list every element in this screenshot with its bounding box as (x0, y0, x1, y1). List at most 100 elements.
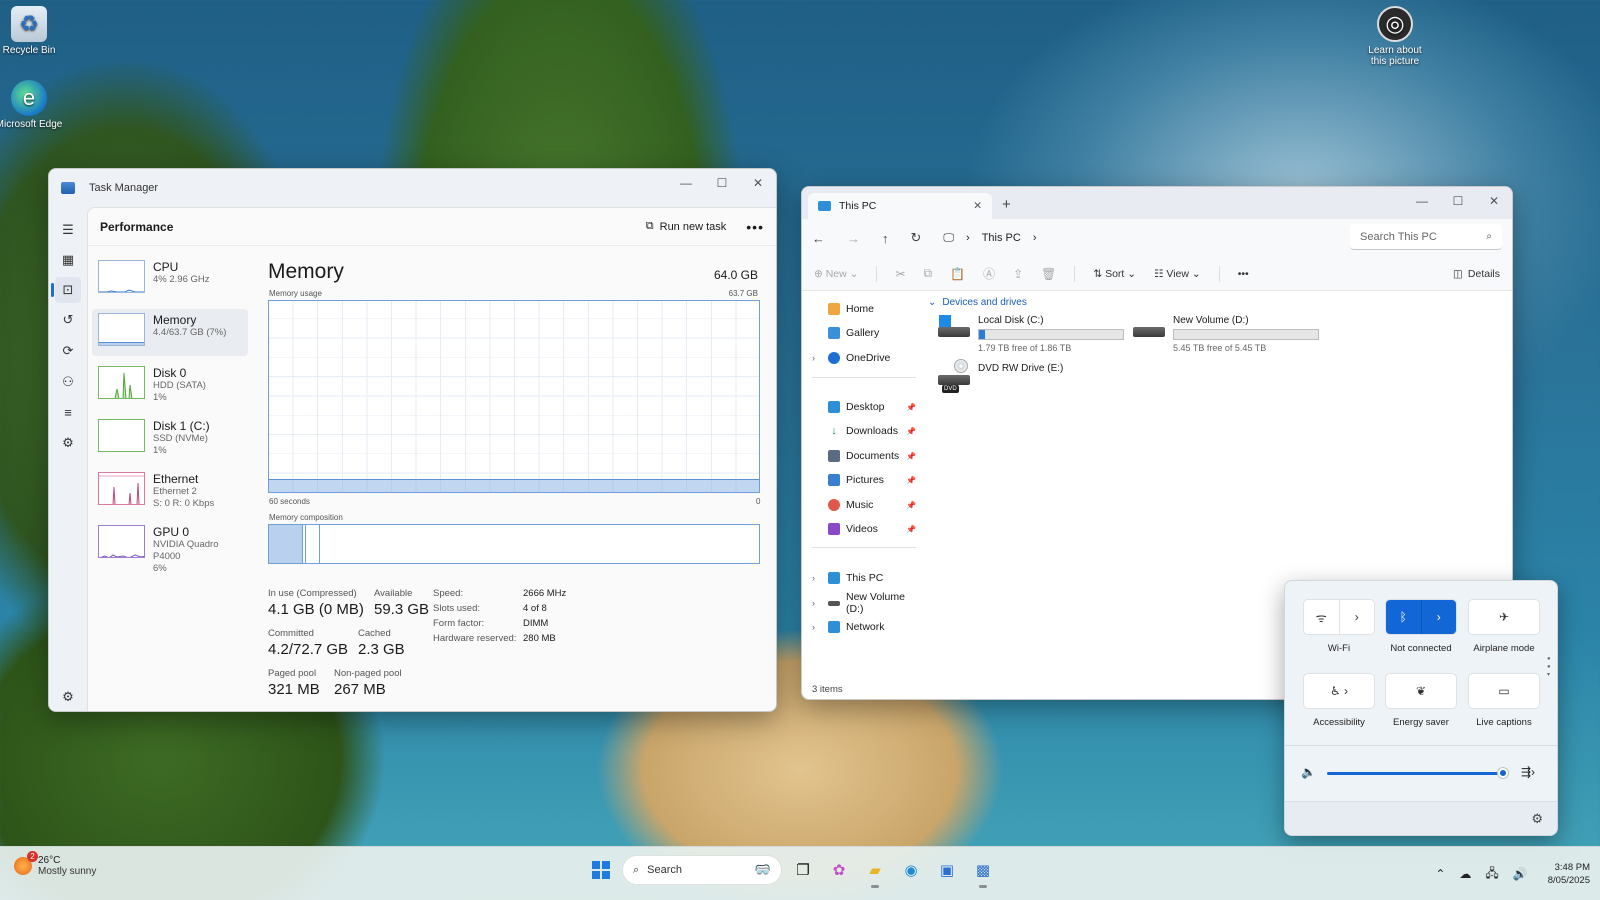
chevron-right-icon[interactable]: › (1420, 600, 1456, 634)
drive-e[interactable]: DVD DVD RW Drive (E:) (938, 359, 1063, 393)
chevron-right-icon[interactable]: › (812, 573, 815, 583)
group-header[interactable]: ⌄ Devices and drives (928, 297, 1512, 308)
nav-item-this-pc[interactable]: › This PC (802, 568, 922, 588)
start-button[interactable] (586, 855, 616, 885)
sort-button[interactable]: ⇅ Sort ⌄ (1093, 268, 1136, 280)
chevron-right-icon[interactable]: › (812, 622, 815, 632)
airplane-mode-toggle[interactable]: ✈ (1468, 599, 1540, 635)
settings-gear-icon[interactable]: ⚙ (55, 684, 81, 710)
more-options-icon[interactable]: ••• (1238, 268, 1249, 280)
nav-item-new-volume[interactable]: › New Volume (D:) (802, 591, 922, 615)
nav-item-onedrive[interactable]: › OneDrive (802, 348, 922, 368)
audio-output-icon[interactable]: ⇶› (1521, 765, 1535, 779)
energy-saver-toggle[interactable]: ❦ (1385, 673, 1457, 709)
rename-icon[interactable]: Ⓐ (983, 265, 995, 282)
nav-item-gallery[interactable]: Gallery (802, 323, 922, 343)
close-tab-icon[interactable]: ✕ (973, 200, 982, 212)
new-tab-button[interactable]: + (1002, 196, 1011, 213)
more-options-icon[interactable]: ••• (746, 219, 764, 235)
bluetooth-toggle[interactable]: ᛒ › (1385, 599, 1457, 635)
performance-icon[interactable]: ⊡ (51, 277, 81, 303)
close-button[interactable]: ✕ (1476, 187, 1512, 215)
wifi-icon[interactable]: ᯤ (1304, 600, 1339, 634)
minimize-button[interactable]: — (668, 169, 704, 197)
nav-item-pictures[interactable]: Pictures 📌 (802, 470, 922, 490)
share-icon[interactable]: ⇪ (1013, 267, 1023, 281)
refresh-icon[interactable]: ↻ (911, 230, 922, 246)
chevron-right-icon[interactable]: › (812, 353, 815, 363)
perf-item-memory[interactable]: Memory 4.4/63.7 GB (7%) (92, 309, 248, 356)
volume-slider-thumb[interactable] (1498, 768, 1509, 778)
startup-apps-icon[interactable]: ⟳ (55, 338, 81, 364)
chevron-up-icon[interactable]: ⌃ (1435, 867, 1445, 881)
copilot-button[interactable]: ✿ (824, 855, 854, 885)
chevron-right-icon[interactable]: › (1338, 600, 1374, 634)
page-dots[interactable]: ● ● ▾ (1547, 655, 1551, 679)
nav-item-videos[interactable]: Videos 📌 (802, 519, 922, 539)
cut-icon[interactable]: ✂ (895, 267, 905, 281)
perf-item-ethernet[interactable]: Ethernet Ethernet 2 S: 0 R: 0 Kbps (92, 468, 248, 521)
volume-slider-track[interactable] (1327, 772, 1507, 775)
nav-item-desktop[interactable]: Desktop 📌 (802, 397, 922, 417)
bluetooth-icon[interactable]: ᛒ (1386, 600, 1421, 634)
task-view-button[interactable]: ❐ (788, 855, 818, 885)
pin-icon[interactable]: 📌 (906, 525, 916, 534)
nav-item-home[interactable]: Home (802, 299, 922, 319)
clock[interactable]: 3:48 PM 8/05/2025 (1548, 861, 1590, 887)
perf-item-disk-1[interactable]: Disk 1 (C:) SSD (NVMe) 1% (92, 415, 248, 468)
back-arrow-icon[interactable]: ← (812, 231, 825, 246)
pin-icon[interactable]: 📌 (906, 403, 916, 412)
file-explorer-button[interactable]: ▰ (860, 855, 890, 888)
maximize-button[interactable]: ☐ (704, 169, 740, 197)
edge-button[interactable]: ◉ (896, 855, 926, 885)
processes-icon[interactable]: ▦ (55, 247, 81, 273)
speaker-icon[interactable]: 🔈 (1301, 765, 1316, 779)
new-button[interactable]: ⊕ New ⌄ (814, 268, 858, 280)
details-pane-button[interactable]: ◫ Details (1453, 268, 1500, 280)
live-captions-toggle[interactable]: ▭ (1468, 673, 1540, 709)
pin-icon[interactable]: 📌 (906, 501, 916, 510)
app-history-icon[interactable]: ↺ (55, 307, 81, 333)
desktop-icon-edge[interactable]: e Microsoft Edge (0, 80, 64, 130)
pin-icon[interactable]: 📌 (906, 476, 916, 485)
search-input[interactable]: Search This PC ⌕ (1350, 224, 1502, 250)
perf-item-disk-0[interactable]: Disk 0 HDD (SATA) 1% (92, 362, 248, 415)
up-arrow-icon[interactable]: ↑ (882, 231, 889, 246)
title-bar[interactable]: Task Manager (49, 169, 776, 207)
network-icon[interactable]: 🖧 (1485, 864, 1498, 885)
weather-widget[interactable]: 2 26°C Mostly sunny (14, 851, 96, 877)
minimize-button[interactable]: — (1404, 187, 1440, 215)
settings-gear-icon[interactable]: ⚙ (1531, 811, 1543, 827)
desktop-icon-recycle-bin[interactable]: ♻ Recycle Bin (0, 6, 64, 56)
perf-item-cpu[interactable]: CPU 4% 2.96 GHz (92, 256, 248, 309)
close-button[interactable]: ✕ (740, 169, 776, 197)
nav-item-downloads[interactable]: ↓ Downloads 📌 (802, 421, 922, 441)
maximize-button[interactable]: ☐ (1440, 187, 1476, 215)
services-icon[interactable]: ⚙ (55, 430, 81, 456)
nav-item-documents[interactable]: Documents 📌 (802, 446, 922, 466)
breadcrumb[interactable]: 🖵 › This PC › (943, 232, 1036, 245)
cloud-offline-icon[interactable]: ☁ (1459, 867, 1471, 881)
hamburger-menu-icon[interactable]: ☰ (55, 217, 81, 243)
breadcrumb-item[interactable]: This PC (982, 232, 1021, 244)
taskbar-search[interactable]: ⌕ Search 🥽 (622, 855, 782, 885)
desktop-icon-learn-picture[interactable]: ◎ Learn about this picture (1360, 6, 1430, 67)
accessibility-button[interactable]: ♿ › (1303, 673, 1375, 709)
drive-d[interactable]: New Volume (D:) 5.45 TB free of 5.45 TB (1133, 315, 1319, 353)
task-manager-button[interactable]: ▩ (968, 855, 998, 888)
store-button[interactable]: ▣ (932, 855, 962, 885)
run-new-task-button[interactable]: ⧉ Run new task (646, 220, 727, 233)
wifi-toggle[interactable]: ᯤ › (1303, 599, 1375, 635)
delete-icon[interactable]: 🗑 (1041, 267, 1056, 281)
users-icon[interactable]: ⚇ (55, 369, 81, 395)
nav-item-music[interactable]: Music 📌 (802, 495, 922, 515)
view-button[interactable]: ☷ View ⌄ (1154, 268, 1201, 280)
copy-icon[interactable]: ⧉ (924, 266, 933, 281)
paste-icon[interactable]: 📋 (950, 267, 965, 281)
details-icon[interactable]: ≡ (55, 399, 81, 425)
tab-this-pc[interactable]: This PC ✕ (808, 193, 992, 219)
pin-icon[interactable]: 📌 (906, 452, 916, 461)
nav-item-network[interactable]: › Network (802, 617, 922, 637)
forward-arrow-icon[interactable]: → (847, 231, 860, 246)
pin-icon[interactable]: 📌 (906, 427, 916, 436)
